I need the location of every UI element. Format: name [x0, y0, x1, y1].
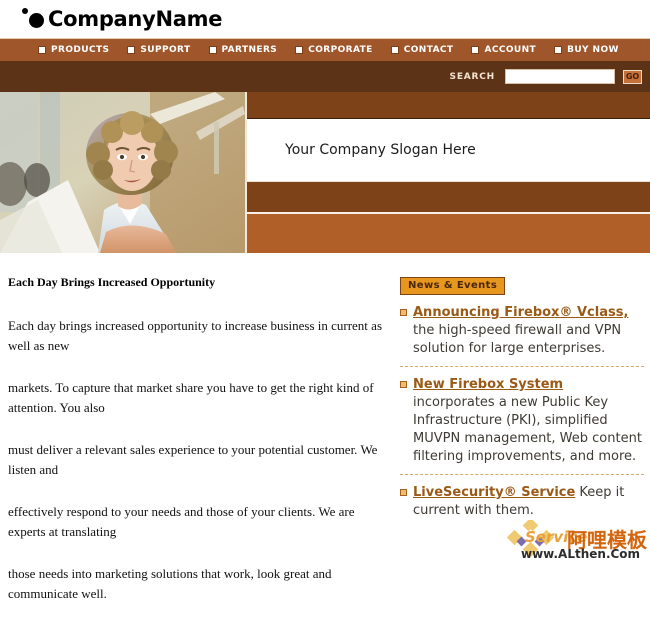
- nav-item-support[interactable]: SUPPORT: [127, 45, 190, 55]
- body-paragraph: markets. To capture that market share yo…: [8, 380, 374, 415]
- two-dots-logo-icon: [22, 6, 52, 32]
- hero-banner: Your Company Slogan Here: [0, 92, 650, 253]
- square-bullet-icon: [38, 46, 46, 54]
- news-events-badge: News & Events: [400, 277, 506, 295]
- list-item[interactable]: LiveSecurity® Service Keep it current wi…: [400, 484, 644, 520]
- body-paragraph: Each day brings increased opportunity to…: [8, 318, 382, 353]
- site-header: CompanyName: [0, 0, 650, 38]
- search-go-button[interactable]: GO: [623, 69, 642, 84]
- news-item-link[interactable]: LiveSecurity® Service: [413, 485, 575, 500]
- nav-item-account[interactable]: ACCOUNT: [471, 45, 536, 55]
- slogan-panel: Your Company Slogan Here: [247, 119, 650, 181]
- nav-item-contact[interactable]: CONTACT: [390, 45, 454, 55]
- body-paragraph: those needs into marketing solutions tha…: [8, 566, 332, 601]
- square-bullet-icon: [400, 309, 407, 316]
- nav-item-label: ACCOUNT: [484, 45, 537, 55]
- nav-item-label: CONTACT: [403, 45, 454, 55]
- businesswoman-in-office-photo: [0, 92, 245, 253]
- square-bullet-icon: [295, 46, 304, 54]
- nav-item-label: PARTNERS: [221, 45, 278, 55]
- news-item-link[interactable]: Announcing Firebox® Vclass,: [413, 305, 628, 320]
- square-bullet-icon: [554, 46, 563, 54]
- nav-item-buy-now[interactable]: BUY NOW: [554, 45, 619, 55]
- nav-item-corporate[interactable]: CORPORATE: [295, 45, 373, 55]
- nav-item-label: BUY NOW: [567, 45, 619, 55]
- company-slogan: Your Company Slogan Here: [285, 142, 476, 158]
- body-paragraph: must deliver a relevant sales experience…: [8, 442, 378, 477]
- main-navigation: PRODUCTS SUPPORT PARTNERS CORPORATE CONT…: [0, 38, 650, 61]
- news-item-link[interactable]: New Firebox System: [413, 377, 563, 392]
- page-content: Each Day Brings Increased Opportunity Ea…: [0, 253, 650, 626]
- news-sidebar: News & Events Announcing Firebox® Vclass…: [400, 275, 650, 626]
- square-bullet-icon: [471, 46, 480, 54]
- square-bullet-icon: [208, 46, 217, 54]
- logo-dot-big: [29, 13, 44, 28]
- news-divider: [400, 474, 644, 475]
- page-title: Each Day Brings Increased Opportunity: [8, 275, 216, 289]
- brand-name: CompanyName: [48, 7, 223, 31]
- square-bullet-icon: [390, 46, 399, 54]
- nav-item-label: SUPPORT: [140, 45, 191, 55]
- news-item-text: incorporates a new Public Key Infrastruc…: [413, 395, 642, 464]
- hero-band-bottom: [247, 212, 650, 253]
- body-paragraph: effectively respond to your needs and th…: [8, 504, 355, 539]
- nav-item-label: CORPORATE: [308, 45, 373, 55]
- news-item-body: New Firebox System incorporates a new Pu…: [413, 376, 644, 466]
- search-bar: SEARCH GO: [0, 61, 650, 92]
- nav-item-partners[interactable]: PARTNERS: [208, 45, 278, 55]
- list-item[interactable]: Announcing Firebox® Vclass, the high-spe…: [400, 304, 644, 358]
- news-item-body: Announcing Firebox® Vclass, the high-spe…: [413, 304, 644, 358]
- search-label: SEARCH: [449, 71, 495, 82]
- news-item-text: the high-speed firewall and VPN solution…: [413, 323, 622, 356]
- square-bullet-icon: [400, 381, 407, 388]
- logo-dot-small: [22, 8, 28, 14]
- hero-right-panel: Your Company Slogan Here: [245, 92, 650, 253]
- list-item[interactable]: New Firebox System incorporates a new Pu…: [400, 376, 644, 466]
- news-divider: [400, 366, 644, 367]
- square-bullet-icon: [127, 46, 136, 54]
- nav-item-label: PRODUCTS: [51, 45, 110, 55]
- main-column: Each Day Brings Increased Opportunity Ea…: [0, 275, 400, 626]
- hero-band-top: [247, 92, 650, 119]
- search-input[interactable]: [505, 69, 615, 84]
- square-bullet-icon: [400, 489, 407, 496]
- news-item-body: LiveSecurity® Service Keep it current wi…: [413, 484, 644, 520]
- nav-item-products[interactable]: PRODUCTS: [38, 45, 109, 55]
- hero-band-middle: [247, 181, 650, 212]
